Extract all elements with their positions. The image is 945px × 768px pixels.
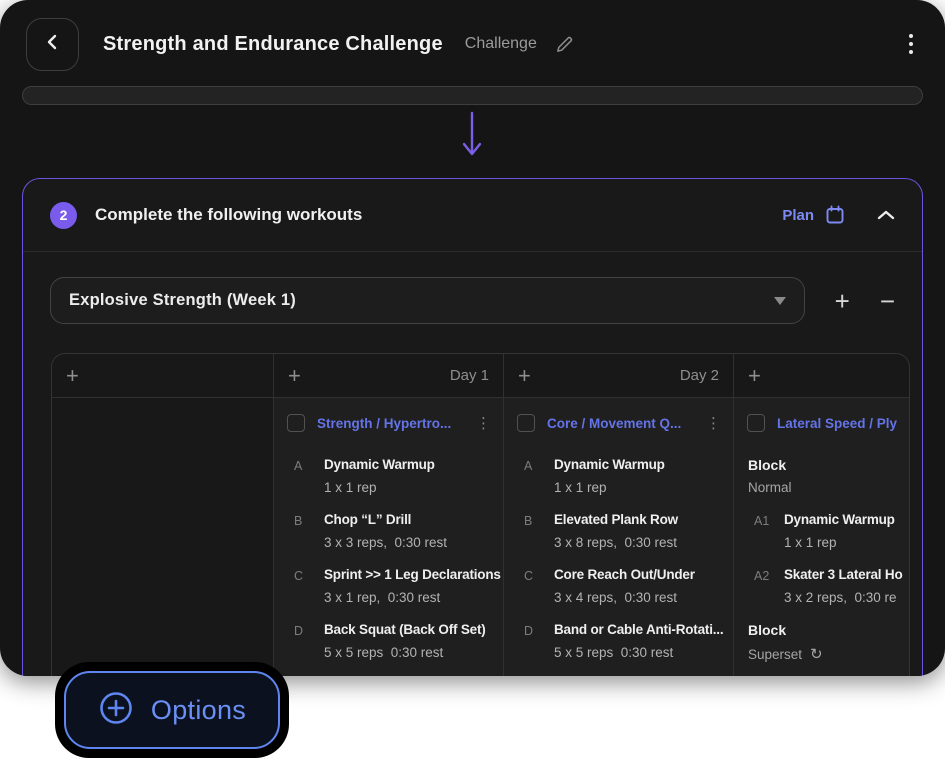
arrow-down-icon <box>459 111 485 164</box>
column-header: + Day 2 <box>504 354 733 398</box>
column-header: + Day 1 <box>274 354 503 398</box>
add-workout-button[interactable]: + <box>288 365 301 387</box>
kebab-menu-icon[interactable] <box>903 28 919 60</box>
block-type: Normal <box>748 480 909 495</box>
workout-card-day2: Core / Movement Q... ⋮ A Dynamic Warmup … <box>504 398 733 676</box>
options-label: Options <box>151 695 246 726</box>
workout-title-link[interactable]: Lateral Speed / Ply <box>777 416 897 431</box>
plus-circle-icon <box>98 690 134 731</box>
add-week-button[interactable]: + <box>835 288 850 314</box>
edit-pencil-icon[interactable] <box>555 35 574 54</box>
exercise-row[interactable]: B Elevated Plank Row 3 x 8 reps, 0:30 re… <box>524 512 733 550</box>
workout-select[interactable]: Explosive Strength (Week 1) <box>50 277 805 324</box>
workout-card-day1: Strength / Hypertro... ⋮ A Dynamic Warmu… <box>274 398 503 676</box>
plan-link[interactable]: Plan <box>782 207 814 224</box>
previous-step-card-partial[interactable] <box>22 86 923 105</box>
block-label: Block <box>748 457 909 473</box>
exercise-row[interactable]: D Back Squat (Back Off Set) 5 x 5 reps 0… <box>294 622 503 660</box>
exercise-row[interactable]: A Dynamic Warmup 1 x 1 rep <box>294 457 503 495</box>
block-label: Block <box>748 622 909 638</box>
exercise-row[interactable]: D Band or Cable Anti-Rotati... 5 x 5 rep… <box>524 622 733 660</box>
column-header: + <box>52 354 273 398</box>
triangle-down-icon <box>774 297 786 305</box>
day-label: Day 1 <box>450 367 489 384</box>
table-column-day3: + Lateral Speed / Ply Block Normal A1 Dy… <box>734 354 909 676</box>
exercise-row[interactable]: A2 Skater 3 Lateral Ho 3 x 2 reps, 0:30 … <box>754 567 909 605</box>
calendar-icon[interactable] <box>825 205 845 225</box>
workout-checkbox[interactable] <box>747 414 765 432</box>
exercise-row[interactable]: A Dynamic Warmup 1 x 1 rep <box>524 457 733 495</box>
table-column-day2: + Day 2 Core / Movement Q... ⋮ A Dynamic… <box>504 354 734 676</box>
page-title: Strength and Endurance Challenge <box>103 33 443 56</box>
step-2-card: 2 Complete the following workouts Plan E… <box>22 178 923 676</box>
table-column-day1: + Day 1 Strength / Hypertro... ⋮ A Dynam… <box>274 354 504 676</box>
workout-card-day3: Lateral Speed / Ply Block Normal A1 Dyna… <box>734 398 909 676</box>
header: Strength and Endurance Challenge Challen… <box>0 0 945 88</box>
page: Strength and Endurance Challenge Challen… <box>0 0 945 768</box>
back-button[interactable] <box>26 18 79 71</box>
step-number-badge: 2 <box>50 202 77 229</box>
repeat-icon: ↻ <box>810 645 823 663</box>
workout-selector-row: Explosive Strength (Week 1) + − <box>23 252 922 324</box>
remove-week-button[interactable]: − <box>880 288 895 314</box>
workout-title-link[interactable]: Core / Movement Q... <box>547 416 681 431</box>
page-subtitle: Challenge <box>465 35 537 53</box>
step-card-header: 2 Complete the following workouts Plan <box>23 179 922 252</box>
block-type: Superset ↻ <box>748 645 909 663</box>
kebab-menu-icon[interactable]: ⋮ <box>470 414 491 432</box>
chevron-up-icon[interactable] <box>877 209 895 221</box>
workout-table: + + Day 1 Strength / Hypertro... <box>51 353 910 676</box>
workout-checkbox[interactable] <box>517 414 535 432</box>
chevron-left-icon <box>44 33 62 56</box>
app-window: Strength and Endurance Challenge Challen… <box>0 0 945 676</box>
column-header: + <box>734 354 909 398</box>
exercise-row[interactable]: A1 Dynamic Warmup 1 x 1 rep <box>754 512 909 550</box>
day-label: Day 2 <box>680 367 719 384</box>
options-button-highlight-ring: Options <box>55 662 289 758</box>
exercise-row[interactable]: C Sprint >> 1 Leg Declarations 3 x 1 rep… <box>294 567 503 605</box>
options-button[interactable]: Options <box>64 671 280 749</box>
column-body-empty <box>52 398 273 676</box>
workout-title-link[interactable]: Strength / Hypertro... <box>317 416 451 431</box>
workout-select-value: Explosive Strength (Week 1) <box>69 291 296 310</box>
add-workout-button[interactable]: + <box>748 365 761 387</box>
workout-checkbox[interactable] <box>287 414 305 432</box>
table-column-empty: + <box>52 354 274 676</box>
add-workout-button[interactable]: + <box>518 365 531 387</box>
exercise-row[interactable]: B Chop “L” Drill 3 x 3 reps, 0:30 rest <box>294 512 503 550</box>
add-workout-button[interactable]: + <box>66 365 79 387</box>
kebab-menu-icon[interactable]: ⋮ <box>700 414 721 432</box>
exercise-row[interactable]: C Core Reach Out/Under 3 x 4 reps, 0:30 … <box>524 567 733 605</box>
step-title: Complete the following workouts <box>95 205 362 225</box>
